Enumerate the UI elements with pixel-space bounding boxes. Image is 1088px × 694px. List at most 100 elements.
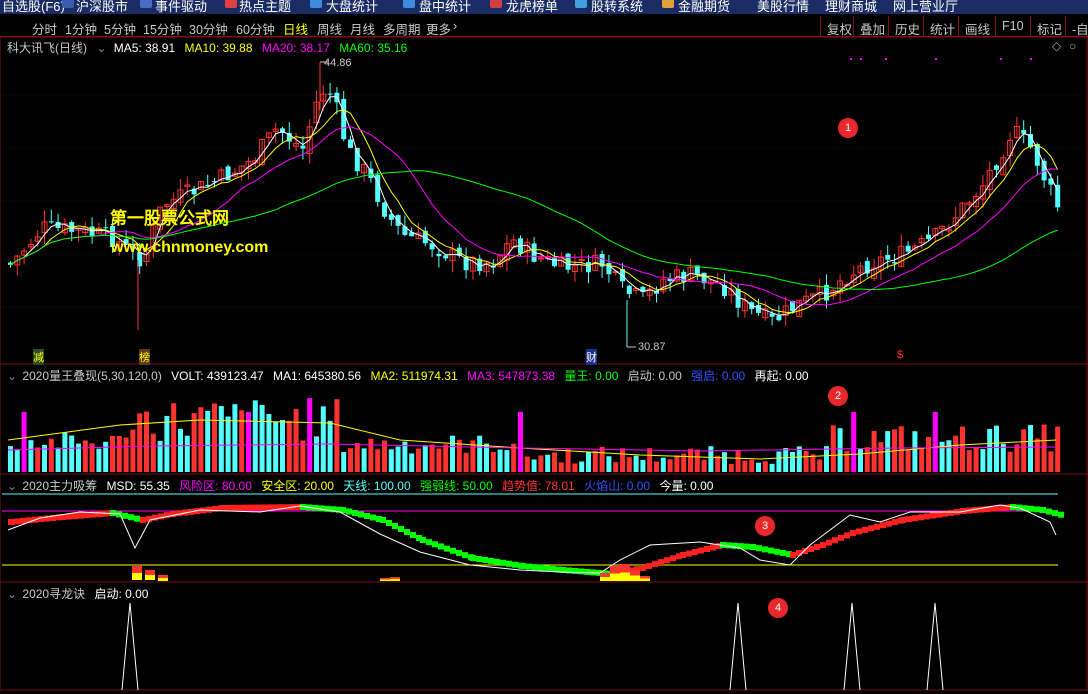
volume-bar [463,452,469,472]
trend-block [814,544,820,550]
volume-bar [728,463,734,472]
signal-dot [850,58,852,60]
volume-bar [531,459,537,472]
trend-block [924,513,930,520]
trend-block [96,511,102,518]
marker-circle-3: 3 [755,516,775,536]
trend-block [438,543,444,550]
trend-block [538,564,544,571]
trend-block [686,550,692,557]
trend-block [206,506,212,513]
candle-body [905,245,911,252]
trend-block [544,565,550,572]
volume-bar [416,448,421,472]
ma5-label: MA5: 38.91 [113,41,176,55]
chevron-down-icon[interactable]: ⌄ [7,587,17,601]
volume-bar [667,459,673,472]
volume-bar [388,449,394,472]
ma20-label: MA20: 38.17 [261,41,330,55]
chevron-down-icon[interactable]: ⌄ [7,369,17,383]
trend-block [500,559,506,566]
volume-bar [456,439,462,472]
volume-bar [477,435,483,472]
pane2-legend: ⌄ 2020量王叠现(5,30,120,0) VOLT: 439123.47 M… [7,367,815,384]
trend-block [874,523,880,530]
trend-block [470,555,476,561]
diamond-icon[interactable]: ◇ [1052,39,1061,53]
event-marker-cai[interactable]: 财 [586,349,597,365]
volume-bar [572,463,578,472]
trend-block [352,510,358,516]
volume-bar [286,420,292,472]
volume-bar [327,420,333,472]
volume-bar [966,450,972,472]
volume-bar [715,455,721,472]
volume-bar [796,446,802,472]
trend-block [128,514,134,521]
signal-dot [1000,58,1002,60]
candle-body [443,255,449,259]
event-marker-jian[interactable]: 减 [33,349,44,365]
volume-bar [558,462,564,472]
volume-bar [783,448,789,472]
circle-icon[interactable]: ○ [1069,39,1076,53]
trend-block [692,549,698,555]
candle-body [537,257,544,260]
volume-bar [518,412,523,472]
volume-bar [490,451,496,472]
volume-bar [1014,444,1020,472]
volume-bar [150,433,156,472]
trend-block [762,546,768,553]
volume-bar [178,428,183,472]
trend-block [790,552,796,558]
volume-bar [320,406,326,472]
trend-block [768,547,774,554]
trend-block [900,517,906,523]
pane2-lw: 量王: 0.00 [564,369,619,383]
trend-block [238,504,244,511]
trend-block [8,519,14,525]
volume-bar [409,453,415,472]
trend-block [744,543,750,550]
volume-bar [810,454,816,472]
trend-block [20,517,26,524]
signal-dot [860,58,862,60]
marker-circle-2: 2 [828,386,848,406]
pane2-volt: VOLT: 439123.47 [171,369,264,383]
volume-bar [422,445,428,472]
trend-block [84,512,90,519]
volume-bar [647,448,653,472]
trend-block [512,561,518,568]
volume-bar [878,442,884,472]
volume-bar [749,459,755,472]
signal-spike [843,602,861,691]
pane3-aqq: 安全区: 20.00 [261,479,334,493]
volume-bar [701,459,707,472]
volume-bar [1028,425,1033,472]
volume-bar [184,435,190,472]
chart-canvas[interactable] [0,0,1088,694]
event-marker-dollar[interactable]: $ [897,349,903,361]
pane2-qd: 启动: 0.00 [627,369,682,383]
chevron-down-icon[interactable]: ⌄ [7,479,17,493]
trend-block [1058,511,1064,518]
trend-block [532,564,538,571]
volume-bar [137,413,143,472]
event-marker-bang[interactable]: 榜 [139,349,150,365]
candle-body [606,263,612,275]
volume-bar [790,451,795,472]
marker-circle-4: 4 [768,598,788,618]
pane3-jl: 今量: 0.00 [659,479,714,493]
trend-block [346,508,352,515]
volume-bar [375,449,381,472]
volume-bar [55,447,61,472]
trend-block [506,560,512,567]
volume-bar [803,451,809,472]
volume-bar [613,462,619,472]
chevron-down-icon[interactable]: ⌄ [96,41,106,55]
volume-bar [21,412,27,472]
candle-body [586,262,591,273]
trend-block [380,517,386,523]
trend-block [426,539,432,546]
trend-block [572,567,578,574]
